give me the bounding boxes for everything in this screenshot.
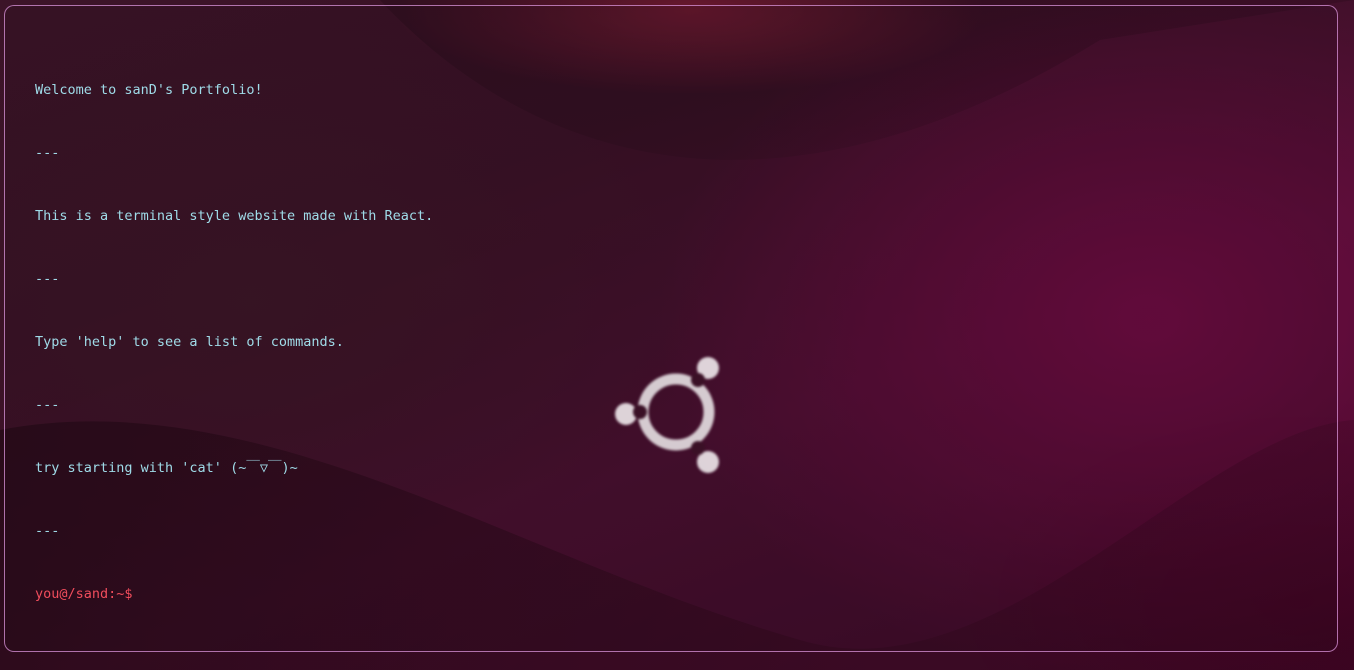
terminal-line: --- <box>35 145 60 161</box>
shell-prompt: you@/sand:~$ <box>35 586 133 602</box>
ubuntu-logo-icon <box>615 357 719 473</box>
terminal-line: --- <box>35 271 60 287</box>
command-input[interactable] <box>132 584 737 605</box>
terminal-line: Welcome to sanD's Portfolio! <box>35 82 263 98</box>
desktop-wallpaper: Welcome to sanD's Portfolio! --- This is… <box>0 0 1354 670</box>
terminal-line: --- <box>35 523 60 539</box>
terminal-window[interactable]: Welcome to sanD's Portfolio! --- This is… <box>4 5 1338 652</box>
terminal-line: This is a terminal style website made wi… <box>35 208 434 224</box>
terminal-output: Welcome to sanD's Portfolio! --- This is… <box>35 38 737 647</box>
terminal-line: Type 'help' to see a list of commands. <box>35 334 344 350</box>
prompt-line: you@/sand:~$ <box>35 584 737 605</box>
